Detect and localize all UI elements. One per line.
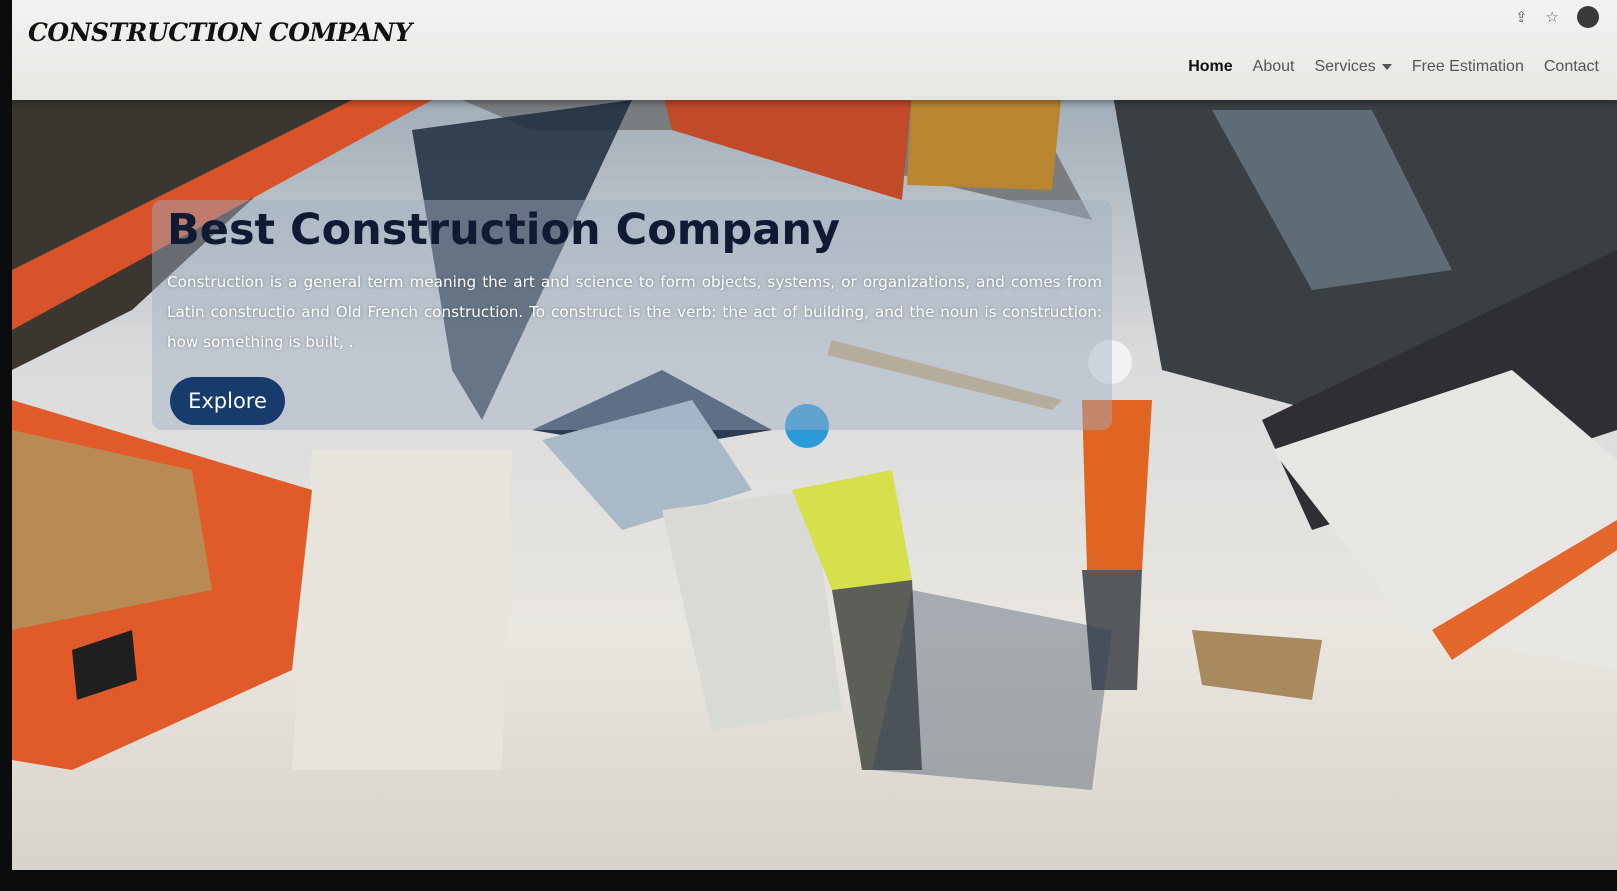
profile-avatar[interactable] (1577, 6, 1599, 28)
nav-services[interactable]: Services (1314, 58, 1392, 76)
share-icon[interactable]: ⇪ (1515, 8, 1528, 26)
hero-title: Best Construction Company (167, 205, 840, 255)
star-icon[interactable]: ☆ (1546, 8, 1559, 26)
nav-free-estimation[interactable]: Free Estimation (1412, 58, 1524, 76)
nav-about[interactable]: About (1253, 58, 1295, 76)
chevron-down-icon (1381, 63, 1392, 70)
brand-logo[interactable]: CONSTRUCTION COMPANY (28, 18, 412, 47)
explore-button[interactable]: Explore (170, 377, 285, 425)
nav-links: Home About Services Free Estimation Cont… (1188, 58, 1599, 76)
navbar: CONSTRUCTION COMPANY Home About Services… (12, 0, 1617, 100)
browser-toolbar-icons: ⇪ ☆ (1515, 6, 1599, 28)
construction-scene-image (12, 70, 1617, 790)
browser-viewport: Best Construction Company Construction i… (12, 0, 1617, 870)
nav-contact[interactable]: Contact (1544, 58, 1599, 76)
hero-section: Best Construction Company Construction i… (12, 70, 1617, 870)
nav-home[interactable]: Home (1188, 58, 1232, 76)
nav-services-label: Services (1314, 58, 1376, 75)
hero-description: Construction is a general term meaning t… (167, 273, 1102, 351)
